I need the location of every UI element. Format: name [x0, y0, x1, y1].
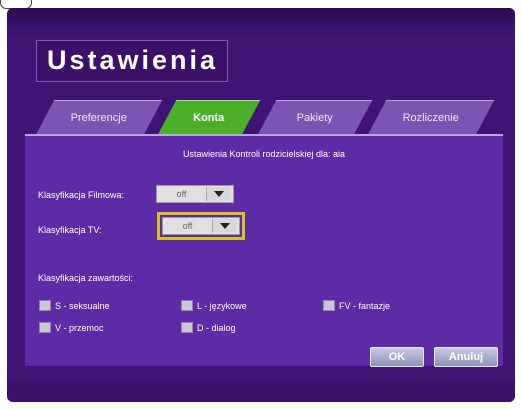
- chevron-down-icon: [212, 219, 237, 233]
- checkbox-square: [39, 300, 51, 311]
- bottom-bar: [7, 380, 515, 402]
- panel-heading: Ustawienia Kontroli rodzicielskiej dla: …: [182, 149, 346, 159]
- page-title: Ustawienia: [47, 45, 219, 75]
- chevron-down-icon: [206, 187, 231, 201]
- checkbox-label: L - językowe: [197, 300, 247, 311]
- checkbox-label: FV - fantazje: [339, 300, 391, 311]
- checkbox-square: [181, 300, 193, 311]
- tab-label: Konta: [193, 112, 225, 124]
- checkbox-square: [181, 322, 193, 333]
- settings-screen: Ustawienia Preferencje Konta Pakiety Roz…: [7, 8, 515, 402]
- checkbox-fv-fantasy[interactable]: FV - fantazje: [323, 300, 390, 311]
- checkbox-d-dialog[interactable]: D - dialog: [181, 322, 236, 333]
- cancel-button[interactable]: Anuluj: [434, 347, 498, 367]
- tv-rating-value: off: [182, 221, 193, 231]
- movie-rating-value: off: [176, 189, 187, 199]
- checkbox-s-sexual[interactable]: S - seksualne: [39, 300, 110, 311]
- checkbox-label: S - seksualne: [55, 300, 110, 311]
- movie-rating-select[interactable]: off: [156, 185, 234, 203]
- checkbox-square: [39, 322, 51, 333]
- movie-rating-label: Klasyfikacja Filmowa:: [38, 190, 125, 200]
- tab-label: Rozliczenie: [402, 112, 459, 124]
- tab-label: Pakiety: [296, 112, 333, 124]
- checkbox-label: V - przemoc: [55, 322, 104, 333]
- tab-rozliczenie[interactable]: Rozliczenie: [367, 100, 495, 135]
- checkbox-l-language[interactable]: L - językowe: [181, 300, 247, 311]
- tv-rating-select[interactable]: off: [157, 212, 245, 240]
- checkbox-square: [323, 300, 335, 311]
- tab-label: Preferencje: [70, 112, 127, 124]
- checkbox-v-violence[interactable]: V - przemoc: [39, 322, 104, 333]
- ok-button[interactable]: OK: [370, 347, 424, 367]
- title-box: Ustawienia: [36, 40, 228, 82]
- checkbox-label: D - dialog: [197, 322, 236, 333]
- tv-rating-label: Klasyfikacja TV:: [38, 225, 102, 235]
- content-rating-label: Klasyfikacja zawartości:: [38, 273, 134, 283]
- tab-pakiety[interactable]: Pakiety: [257, 100, 373, 135]
- parental-control-panel: Ustawienia Kontroli rodzicielskiej dla: …: [25, 136, 503, 367]
- tab-konta[interactable]: Konta: [157, 100, 261, 135]
- tab-preferencje[interactable]: Preferencje: [35, 100, 163, 135]
- top-gradient: [7, 8, 515, 38]
